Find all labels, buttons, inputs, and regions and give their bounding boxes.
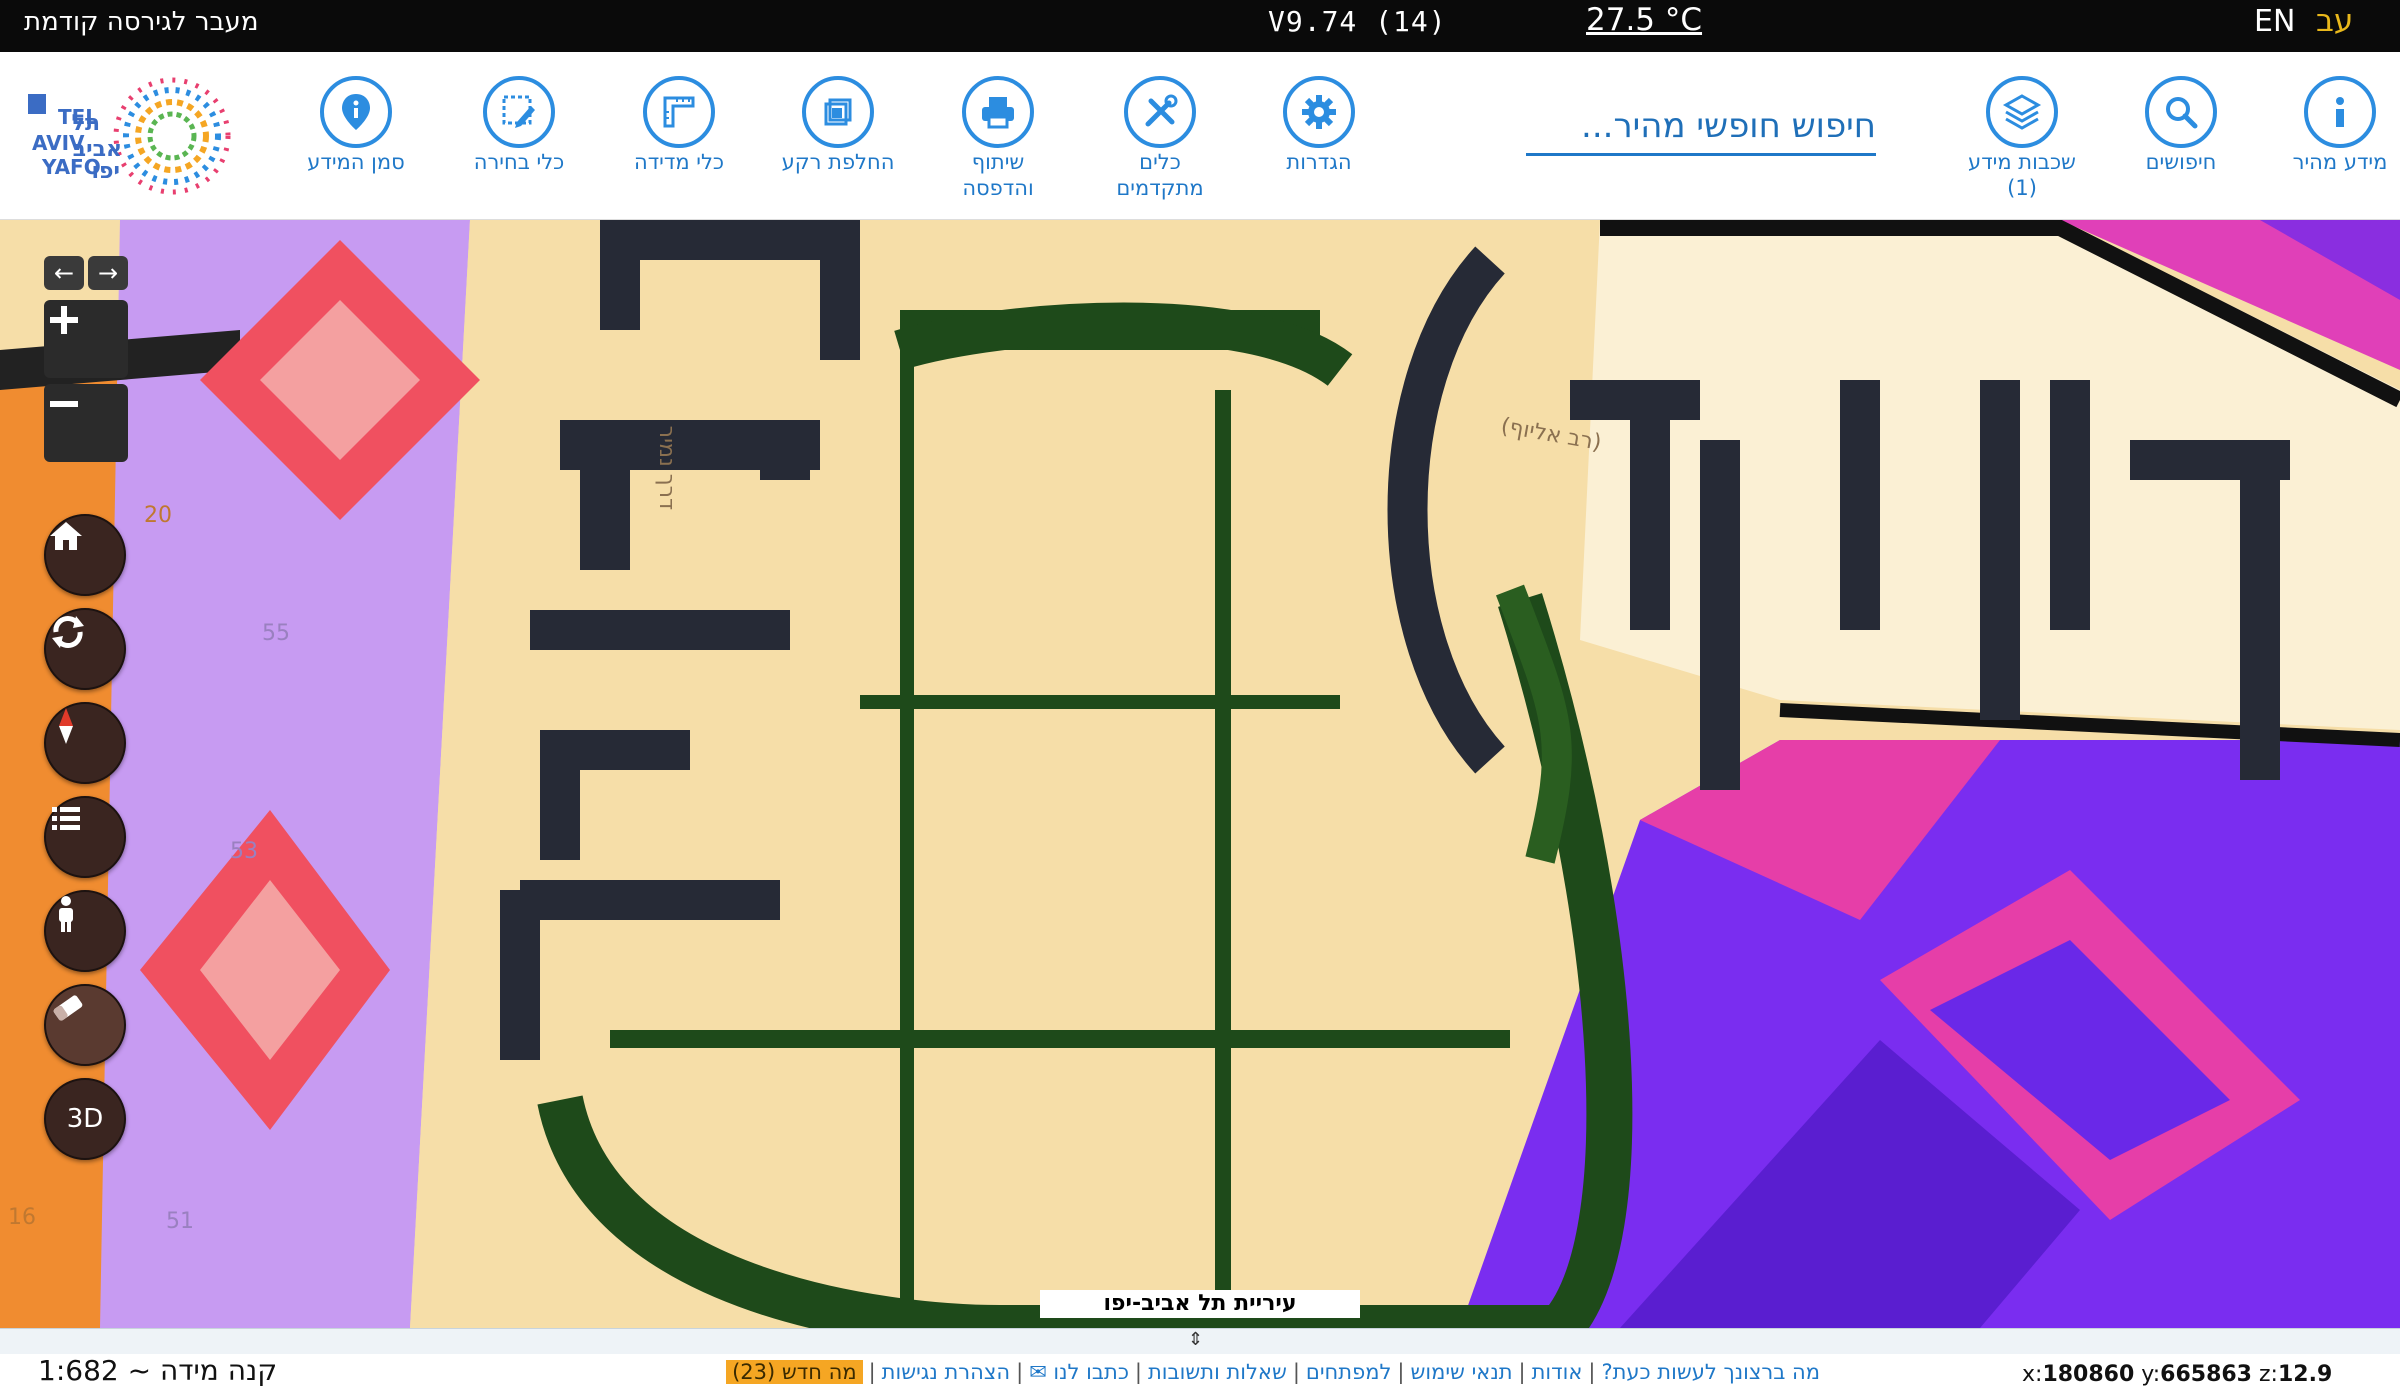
forward-arrow-button[interactable]: → — [88, 256, 128, 290]
quick-search-input[interactable] — [1526, 100, 1876, 152]
settings-button[interactable]: הגדרות — [1239, 76, 1399, 174]
logo-burst-icon — [113, 77, 231, 195]
info-layers-label: שכבות מידע — [1968, 150, 2076, 174]
searches-button[interactable]: חיפושים — [2101, 76, 2261, 174]
compass-icon — [59, 708, 73, 744]
select-icon — [483, 76, 555, 148]
share-print-label: שיתוף — [971, 150, 1025, 174]
main-toolbar: TEL AVIV YAFO תל אביב יפו מידע מהיר חיפו… — [0, 52, 2400, 220]
zoom-in-button[interactable] — [44, 300, 128, 378]
info-layers-count: (1) — [2007, 176, 2037, 200]
panel-resize-strip[interactable]: ⇕ — [0, 1328, 2400, 1354]
link-terms[interactable]: תנאי שימוש — [1410, 1360, 1512, 1384]
select-tools-button[interactable]: כלי בחירה — [439, 76, 599, 174]
pin-icon — [320, 76, 392, 148]
compass-button[interactable] — [44, 702, 126, 784]
info-marker-button[interactable]: סמן המידע — [276, 76, 436, 174]
previous-version-link[interactable]: מעבר לגירסה קודמת — [24, 7, 258, 37]
coord-y: 665863 — [2160, 1362, 2252, 1387]
quick-info-button[interactable]: מידע מהיר — [2260, 76, 2400, 174]
map-drawing: (רב אליוף) דרך נמיר 55 53 51 20 16 — [0, 220, 2400, 1328]
link-developers[interactable]: למפתחים — [1306, 1360, 1391, 1384]
link-what-to-do[interactable]: מה ברצונך לעשות כעת? — [1601, 1360, 1820, 1384]
advanced-tools-button[interactable]: כלים מתקדמים — [1080, 76, 1240, 200]
arrow-right-icon: → — [97, 259, 119, 287]
link-about[interactable]: אודות — [1532, 1360, 1583, 1384]
minus-icon — [50, 401, 78, 407]
zoom-out-button[interactable] — [44, 384, 128, 462]
language-hebrew[interactable]: עב — [2316, 3, 2353, 39]
background-icon — [802, 76, 874, 148]
ruler-icon — [643, 76, 715, 148]
info-layers-button[interactable]: שכבות מידע (1) — [1942, 76, 2102, 200]
tools-icon — [1124, 76, 1196, 148]
searches-label: חיפושים — [2145, 150, 2217, 174]
coordinates-readout: x:180860 y:665863 z:12.9 — [2022, 1362, 2333, 1387]
coord-x: 180860 — [2042, 1362, 2135, 1387]
resize-handle-icon[interactable]: ⇕ — [1188, 1329, 1203, 1350]
eraser-button[interactable] — [44, 984, 126, 1066]
temperature-link[interactable]: 27.5 °C — [1586, 2, 1702, 38]
three-d-label: 3D — [66, 1104, 104, 1134]
svg-text:תל: תל — [72, 111, 100, 136]
measure-tools-label: כלי מדידה — [633, 150, 725, 174]
refresh-button[interactable] — [44, 608, 126, 690]
person-icon — [59, 896, 73, 932]
plus-icon — [50, 306, 78, 334]
select-tools-label: כלי בחירה — [473, 150, 565, 174]
info-marker-label: סמן המידע — [307, 150, 405, 174]
link-accessibility[interactable]: הצהרת נגישות — [882, 1360, 1010, 1384]
quick-search-field[interactable] — [1526, 100, 1876, 156]
map-number-55: 55 — [262, 621, 290, 646]
list-icon — [52, 807, 80, 830]
share-print-button[interactable]: שיתוף והדפסה — [918, 76, 1078, 200]
change-background-button[interactable]: החלפת רקע — [758, 76, 918, 174]
arrow-left-icon: ← — [53, 259, 75, 287]
three-d-button[interactable]: 3D — [44, 1078, 126, 1160]
tel-aviv-logo[interactable]: TEL AVIV YAFO תל אביב יפו — [22, 74, 252, 196]
advanced-tools-label: כלים — [1139, 150, 1181, 174]
map-number-16: 16 — [8, 1205, 36, 1230]
status-bar: קנה מידה ~ 1:682 מה ברצונך לעשות כעת?|או… — [0, 1354, 2400, 1392]
home-button[interactable] — [44, 514, 126, 596]
info-icon — [2304, 76, 2376, 148]
legend-button[interactable] — [44, 796, 126, 878]
home-icon — [50, 522, 82, 550]
version-label: V9.74 (14) — [1268, 5, 1447, 38]
map-number-51: 51 — [166, 1209, 194, 1234]
map-number-20: 20 — [144, 503, 172, 528]
link-contact[interactable]: כתבו לנו ✉ — [1029, 1360, 1129, 1384]
measure-tools-button[interactable]: כלי מדידה — [599, 76, 759, 174]
refresh-icon — [52, 616, 84, 648]
print-icon — [962, 76, 1034, 148]
map-label-namir: דרך נמיר — [654, 426, 679, 510]
map-canvas[interactable]: (רב אליוף) דרך נמיר 55 53 51 20 16 ← → 3… — [0, 220, 2400, 1328]
share-print-sublabel: והדפסה — [962, 176, 1034, 200]
quick-info-label: מידע מהיר — [2292, 150, 2388, 174]
eraser-icon — [53, 995, 83, 1021]
whats-new-badge[interactable]: מה חדש (23) — [726, 1360, 863, 1384]
layers-icon — [1986, 76, 2058, 148]
map-number-53: 53 — [230, 839, 258, 864]
change-background-label: החלפת רקע — [781, 150, 895, 174]
city-label: עיריית תל אביב-יפו — [1040, 1290, 1360, 1318]
street-view-button[interactable] — [44, 890, 126, 972]
coord-z: 12.9 — [2277, 1362, 2333, 1387]
settings-label: הגדרות — [1286, 150, 1352, 174]
svg-text:יפו: יפו — [92, 159, 121, 184]
back-arrow-button[interactable]: ← — [44, 256, 84, 290]
language-english[interactable]: EN — [2254, 4, 2295, 39]
advanced-tools-sublabel: מתקדמים — [1116, 176, 1204, 200]
municipal-emblem-icon — [28, 94, 46, 114]
footer-links: מה ברצונך לעשות כעת?|אודות|תנאי שימוש|למ… — [580, 1360, 1820, 1384]
link-faq[interactable]: שאלות ותשובות — [1148, 1360, 1287, 1384]
gear-icon — [1283, 76, 1355, 148]
search-icon — [2145, 76, 2217, 148]
map-scale: קנה מידה ~ 1:682 — [38, 1354, 278, 1387]
top-bar: מעבר לגירסה קודמת V9.74 (14) 27.5 °C EN … — [0, 0, 2400, 52]
